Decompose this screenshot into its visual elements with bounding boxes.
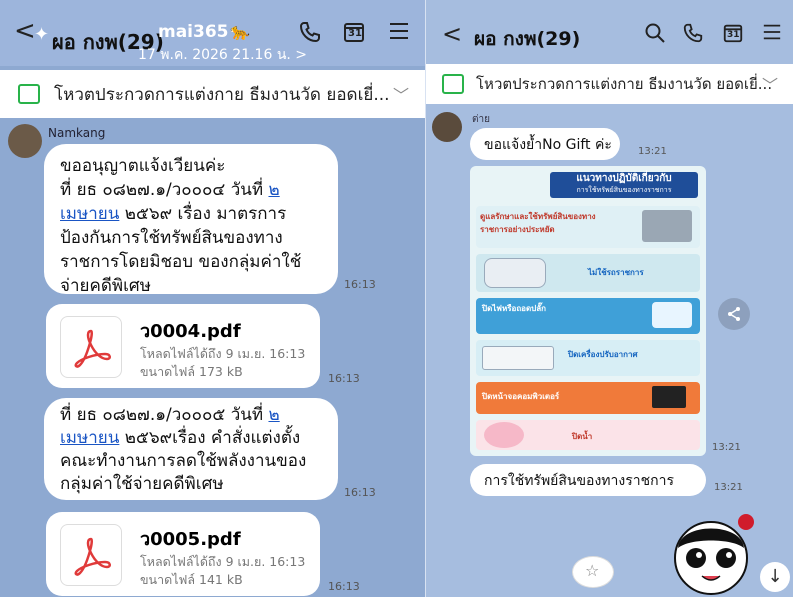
cartoon-sticker [666, 508, 756, 597]
poster-item: ปิดหน้าจอคอมพิวเตอร์ [476, 382, 700, 414]
poster-heading: แนวทางปฏิบัติเกี่ยวกับ [576, 173, 672, 184]
file-attachment[interactable]: ว0004.pdf โหลดไฟล์ได้ถึง 9 เม.ย. 16:13 ข… [46, 304, 320, 388]
star-icon: ☆ [585, 561, 600, 580]
back-button[interactable]: < [442, 20, 462, 48]
overlay-title: mai365 [158, 22, 229, 42]
phone-icon[interactable] [682, 22, 704, 50]
magic-wand-icon: ✦ [34, 24, 50, 45]
message-line: ป้องกันการใช้ทรัพย์สินของทาง [60, 228, 283, 248]
overlay-date: 17 พ.ค. 2026 21.16 น. > [138, 47, 308, 63]
sender-name: ต่าย [472, 114, 490, 125]
poster-item: ปิดน้ำ [476, 420, 700, 450]
monitor-icon [652, 386, 686, 408]
file-attachment[interactable]: ว0005.pdf โหลดไฟล์ได้ถึง 9 เม.ย. 16:13 ข… [46, 512, 320, 596]
file-download-expiry: โหลดไฟล์ได้ถึง 9 เม.ย. 16:13 [140, 554, 306, 569]
poster-item: ปิดเครื่องปรับอากาศ [476, 340, 700, 376]
avatar[interactable] [432, 112, 462, 142]
chevron-down-icon[interactable]: ﹀ [762, 72, 778, 96]
pdf-icon [60, 316, 122, 378]
air-conditioner-icon [482, 346, 554, 370]
poster-subheading: การใช้ทรัพย์สินของทางราชการ [576, 186, 672, 194]
message-line: เมษายน ๒๕๖๙เรื่อง คำสั่งแต่งตั้ง [60, 428, 301, 448]
message-time: 13:21 [712, 442, 741, 453]
message-time: 16:13 [328, 372, 360, 385]
date-link[interactable]: เมษายน [60, 204, 119, 224]
file-download-expiry: โหลดไฟล์ได้ถึง 9 เม.ย. 16:13 [140, 346, 306, 361]
message-time: 16:13 [344, 278, 376, 291]
search-icon[interactable] [644, 22, 666, 50]
announcement-text: โหวตประกวดการแต่งกาย ธีมงานวัด ยอดเยี่..… [476, 75, 773, 93]
scroll-down-button[interactable]: ↓ [760, 562, 790, 592]
message-bubble[interactable]: ขออนุญาตแจ้งเวียนค่ะ ที่ ยธ ๐๘๒๗.๑/ว๐๐๐๔… [44, 144, 338, 296]
calendar-number: 31 [348, 28, 362, 39]
calendar-icon[interactable]: 31 [722, 22, 744, 50]
message-time: 13:21 [638, 146, 667, 157]
calendar-number: 31 [727, 30, 740, 40]
message-bubble[interactable]: การใช้ทรัพย์สินของทางราชการ [470, 464, 706, 496]
announcement-icon [18, 84, 40, 104]
poster-item: ไม่ใช้รถราชการ [476, 254, 700, 292]
chat-title[interactable]: ผอ กงพ(29) [474, 24, 580, 54]
poster-item: ปิดไฟหรือถอดปลั๊ก [476, 298, 700, 334]
file-size: ขนาดไฟล์ 141 kB [140, 572, 243, 587]
share-icon[interactable] [718, 298, 750, 330]
announcement-text: โหวตประกวดการแต่งกาย ธีมงานวัด ยอดเยี่..… [54, 84, 390, 105]
announcement-bar[interactable]: โหวตประกวดการแต่งกาย ธีมงานวัด ยอดเยี่..… [0, 70, 425, 118]
chevron-down-icon[interactable]: ﹀ [393, 82, 409, 106]
plug-icon [652, 302, 692, 328]
phone-icon[interactable] [298, 20, 322, 50]
poster-image[interactable]: แนวทางปฏิบัติเกี่ยวกับ การใช้ทรัพย์สินขอ… [470, 166, 706, 456]
poster-heading-box: แนวทางปฏิบัติเกี่ยวกับ การใช้ทรัพย์สินขอ… [550, 172, 698, 198]
file-size: ขนาดไฟล์ 173 kB [140, 364, 243, 379]
message-time: 16:13 [344, 486, 376, 499]
message-bubble[interactable]: ที่ ยธ ๐๘๒๗.๑/ว๐๐๐๕ วันที่ ๒ เมษายน ๒๕๖๙… [44, 398, 338, 500]
message-text: การใช้ทรัพย์สินของทางราชการ [484, 473, 674, 489]
menu-icon[interactable] [388, 20, 410, 48]
left-chat-panel: < ✦ ผอ กงพ(29) mai365 🐆 17 พ.ค. 2026 21.… [0, 0, 425, 597]
message-line: ที่ ยธ ๐๘๒๗.๑/ว๐๐๐๔ วันที่ ๒ [60, 180, 280, 200]
back-button[interactable]: < [14, 16, 36, 46]
calendar-icon[interactable]: 31 [342, 20, 366, 50]
water-drop-icon [484, 422, 524, 448]
message-text: ขอแจ้งย้ำNo Gift ค่ะ [484, 137, 612, 153]
message-bubble[interactable]: ขอแจ้งย้ำNo Gift ค่ะ [470, 128, 620, 160]
message-line: ราชการโดยมิชอบ ของกลุ่มค่าใช้ [60, 252, 302, 272]
message-line: จ่ายคดีพิเศษ [60, 276, 151, 296]
message-time: 16:13 [328, 580, 360, 593]
message-line: ที่ ยธ ๐๘๒๗.๑/ว๐๐๐๕ วันที่ ๒ [60, 405, 280, 425]
date-link[interactable]: ๒ [268, 405, 279, 425]
chat-header: < ✦ ผอ กงพ(29) mai365 🐆 17 พ.ค. 2026 21.… [0, 0, 425, 66]
announcement-bar[interactable]: โหวตประกวดการแต่งกาย ธีมงานวัด ยอดเยี่..… [426, 64, 793, 104]
chat-header: < ผอ กงพ(29) 31 [426, 0, 793, 68]
message-line: คณะทำงานการลดใช้พลังงานของ [60, 451, 307, 471]
sender-name: Namkang [48, 126, 106, 140]
message-time: 13:21 [714, 482, 743, 493]
date-link[interactable]: ๒ [268, 180, 279, 200]
star-button[interactable]: ☆ [572, 556, 614, 588]
printer-icon [642, 210, 692, 242]
file-name: ว0004.pdf [140, 321, 241, 342]
file-name: ว0005.pdf [140, 529, 241, 550]
avatar[interactable] [8, 124, 42, 158]
announcement-icon [442, 74, 464, 94]
emoji-sticker-icon: 🐆 [230, 22, 250, 41]
right-chat-panel: < ผอ กงพ(29) 31 โหวตประกวดการแต่งกาย ธีม… [425, 0, 793, 597]
van-icon [484, 258, 546, 288]
date-link[interactable]: เมษายน [60, 428, 119, 448]
message-line: เมษายน ๒๕๖๙ เรื่อง มาตรการ [60, 204, 287, 224]
message-line: กลุ่มค่าใช้จ่ายคดีพิเศษ [60, 474, 224, 494]
message-text: ที่ ยธ ๐๘๒๗.๑/ว๐๐๐๕ วันที่ ๒ เมษายน ๒๕๖๙… [60, 404, 306, 496]
message-text: ขออนุญาตแจ้งเวียนค่ะ ที่ ยธ ๐๘๒๗.๑/ว๐๐๐๔… [60, 154, 301, 298]
message-line: ขออนุญาตแจ้งเวียนค่ะ [60, 156, 226, 176]
menu-icon[interactable] [762, 22, 782, 48]
pdf-icon [60, 524, 122, 586]
poster-item: ดูแลรักษาและใช้ทรัพย์สินของทางราชการอย่า… [476, 206, 700, 248]
